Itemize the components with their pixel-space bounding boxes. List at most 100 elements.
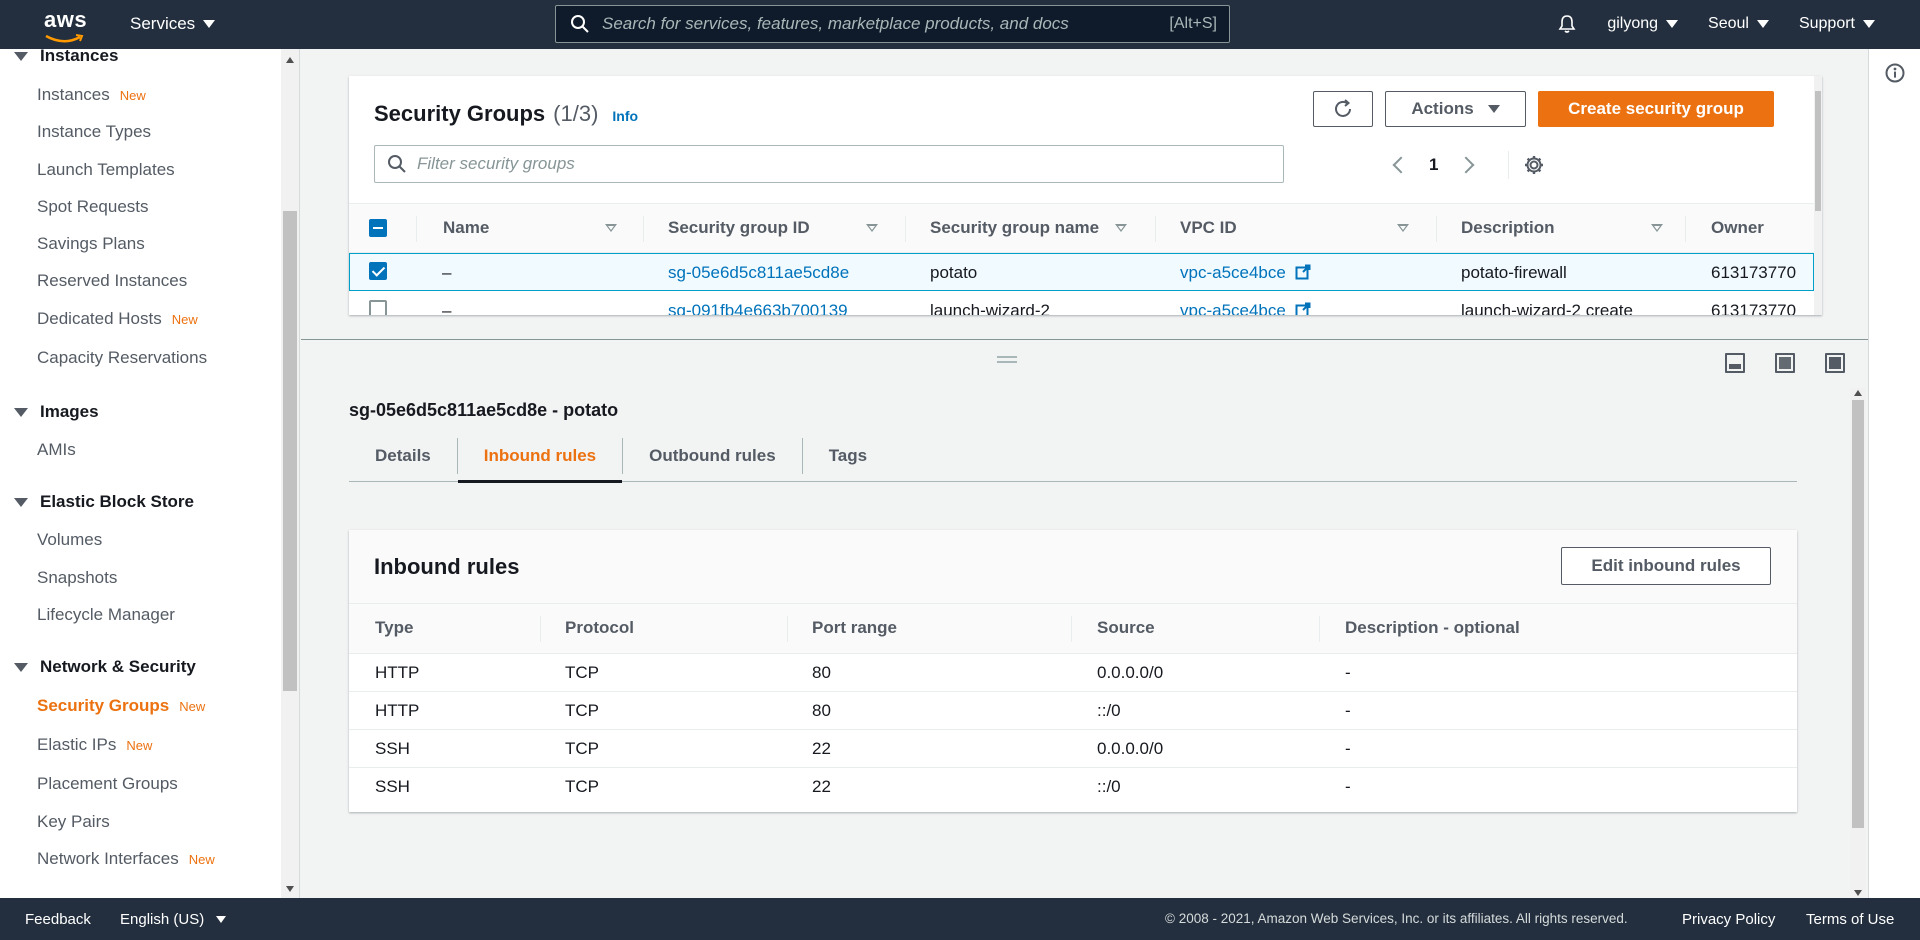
tab-details[interactable]: Details bbox=[349, 430, 457, 482]
chevron-right-icon[interactable] bbox=[1457, 156, 1475, 174]
column-header-description[interactable]: Description bbox=[1461, 218, 1555, 238]
sidebar-section-ebs[interactable]: Elastic Block Store bbox=[14, 492, 194, 512]
global-search-input[interactable] bbox=[602, 14, 1142, 34]
sort-icon[interactable] bbox=[1115, 224, 1127, 232]
tab-tags[interactable]: Tags bbox=[803, 430, 893, 482]
actions-button[interactable]: Actions bbox=[1385, 91, 1526, 127]
caret-down-icon bbox=[203, 20, 216, 28]
vpc-id-text: vpc-a5ce4bce bbox=[1180, 263, 1286, 282]
sidebar-item-amis[interactable]: AMIs bbox=[37, 440, 76, 460]
sidebar-section-images[interactable]: Images bbox=[14, 402, 99, 422]
support-menu[interactable]: Support bbox=[1799, 15, 1875, 33]
edit-inbound-rules-button[interactable]: Edit inbound rules bbox=[1561, 547, 1771, 585]
sidebar-item-label: Capacity Reservations bbox=[37, 348, 208, 367]
sidebar-item-volumes[interactable]: Volumes bbox=[37, 530, 102, 550]
info-icon[interactable] bbox=[1885, 63, 1905, 83]
table-row[interactable]: – sg-05e6d5c811ae5cd8e potato vpc-a5ce4b… bbox=[349, 253, 1814, 291]
detail-scrollbar[interactable] bbox=[1850, 388, 1866, 898]
tab-inbound-rules[interactable]: Inbound rules bbox=[457, 430, 623, 483]
info-link[interactable]: Info bbox=[612, 108, 638, 124]
scrollbar-thumb[interactable] bbox=[283, 211, 297, 691]
terms-of-use-link[interactable]: Terms of Use bbox=[1806, 911, 1894, 928]
sg-table-scrollbar[interactable] bbox=[1814, 76, 1822, 315]
sidebar-item-instances[interactable]: Instances New bbox=[37, 85, 146, 105]
sidebar-section-network-security[interactable]: Network & Security bbox=[14, 657, 196, 677]
column-divider bbox=[1071, 616, 1072, 642]
edit-inbound-label: Edit inbound rules bbox=[1591, 556, 1741, 575]
sidebar-item-snapshots[interactable]: Snapshots bbox=[37, 568, 117, 588]
privacy-policy-link[interactable]: Privacy Policy bbox=[1682, 911, 1775, 928]
row-checkbox[interactable] bbox=[369, 300, 387, 315]
caret-down-icon bbox=[216, 916, 227, 923]
layout-side-icon[interactable] bbox=[1775, 353, 1795, 373]
user-menu[interactable]: gilyong bbox=[1607, 15, 1679, 33]
sidebar: Instances Instances New Instance Types L… bbox=[0, 49, 300, 898]
notifications-button[interactable] bbox=[1557, 14, 1577, 34]
sort-icon[interactable] bbox=[1397, 224, 1409, 232]
scroll-up-icon[interactable] bbox=[1854, 390, 1862, 396]
aws-logo[interactable]: aws bbox=[44, 7, 90, 43]
sort-icon[interactable] bbox=[605, 224, 617, 232]
filter-security-groups[interactable] bbox=[374, 145, 1284, 183]
scroll-up-icon[interactable] bbox=[286, 57, 294, 63]
filter-input[interactable] bbox=[417, 154, 1267, 174]
aws-logo-text: aws bbox=[44, 7, 88, 32]
sidebar-item-launch-templates[interactable]: Launch Templates bbox=[37, 160, 175, 180]
global-search[interactable]: [Alt+S] bbox=[555, 5, 1230, 43]
layout-full-icon[interactable] bbox=[1825, 353, 1845, 373]
sidebar-section-label: Instances bbox=[40, 49, 119, 65]
tab-outbound-rules[interactable]: Outbound rules bbox=[623, 430, 802, 482]
sidebar-item-key-pairs[interactable]: Key Pairs bbox=[37, 812, 110, 832]
row-checkbox[interactable] bbox=[369, 262, 387, 280]
sidebar-item-lifecycle-manager[interactable]: Lifecycle Manager bbox=[37, 605, 175, 625]
services-menu[interactable]: Services bbox=[130, 14, 216, 34]
create-security-group-button[interactable]: Create security group bbox=[1538, 91, 1774, 127]
sort-icon[interactable] bbox=[1651, 224, 1663, 232]
column-header-name[interactable]: Name bbox=[443, 218, 489, 238]
cell-sg-id-link[interactable]: sg-05e6d5c811ae5cd8e bbox=[668, 263, 849, 283]
column-header-owner[interactable]: Owner bbox=[1711, 218, 1764, 238]
sidebar-item-savings-plans[interactable]: Savings Plans bbox=[37, 234, 145, 254]
column-header-sg-name[interactable]: Security group name bbox=[930, 218, 1099, 238]
cell-vpc-id-link[interactable]: vpc-a5ce4bce bbox=[1180, 301, 1311, 315]
feedback-link[interactable]: Feedback bbox=[25, 911, 91, 928]
chevron-left-icon[interactable] bbox=[1392, 156, 1410, 174]
scrollbar-thumb[interactable] bbox=[1815, 91, 1821, 211]
preferences-button[interactable] bbox=[1508, 151, 1545, 179]
sidebar-item-reserved-instances[interactable]: Reserved Instances bbox=[37, 271, 187, 291]
sort-icon[interactable] bbox=[866, 224, 878, 232]
column-header-port-range: Port range bbox=[812, 618, 898, 637]
sidebar-item-placement-groups[interactable]: Placement Groups bbox=[37, 774, 178, 794]
sidebar-item-dedicated-hosts[interactable]: Dedicated Hosts New bbox=[37, 309, 198, 329]
sidebar-item-spot-requests[interactable]: Spot Requests bbox=[37, 197, 149, 217]
sidebar-item-instance-types[interactable]: Instance Types bbox=[37, 122, 151, 142]
select-all-checkbox[interactable] bbox=[369, 219, 387, 237]
refresh-button[interactable] bbox=[1313, 91, 1373, 127]
cell-sg-id-link[interactable]: sg-091fb4e663b700139 bbox=[668, 301, 848, 315]
cell-description: potato-firewall bbox=[1461, 263, 1567, 282]
cell-vpc-id-link[interactable]: vpc-a5ce4bce bbox=[1180, 263, 1311, 283]
language-selector[interactable]: English (US) bbox=[120, 911, 227, 928]
sidebar-item-capacity-reservations[interactable]: Capacity Reservations bbox=[37, 348, 207, 368]
scrollbar-thumb[interactable] bbox=[1852, 400, 1864, 828]
region-menu[interactable]: Seoul bbox=[1708, 15, 1769, 33]
scroll-down-icon[interactable] bbox=[286, 886, 294, 892]
inbound-rules-header: Inbound rules Edit inbound rules bbox=[349, 530, 1797, 604]
actions-label: Actions bbox=[1411, 99, 1474, 118]
vpc-id-text: vpc-a5ce4bce bbox=[1180, 301, 1286, 315]
inbound-rules-title: Inbound rules bbox=[374, 554, 520, 579]
sidebar-item-network-interfaces[interactable]: Network Interfaces New bbox=[37, 849, 215, 869]
rules-table-header: Type Protocol Port range Source Descript… bbox=[349, 604, 1797, 654]
column-header-vpc-id[interactable]: VPC ID bbox=[1180, 218, 1237, 238]
layout-bottom-icon[interactable] bbox=[1725, 353, 1745, 373]
security-groups-panel: Security Groups (1/3) Info Actions Creat… bbox=[349, 76, 1822, 315]
table-row[interactable]: – sg-091fb4e663b700139 launch-wizard-2 v… bbox=[349, 292, 1814, 315]
sidebar-item-security-groups[interactable]: Security Groups New bbox=[37, 696, 205, 716]
sidebar-scrollbar[interactable] bbox=[281, 49, 299, 898]
sidebar-section-instances[interactable]: Instances bbox=[14, 49, 118, 66]
sidebar-item-elastic-ips[interactable]: Elastic IPs New bbox=[37, 735, 152, 755]
column-header-sg-id[interactable]: Security group ID bbox=[668, 218, 810, 238]
page-number[interactable]: 1 bbox=[1429, 155, 1438, 175]
scroll-down-icon[interactable] bbox=[1854, 890, 1862, 896]
resize-handle-icon[interactable] bbox=[997, 356, 1017, 363]
